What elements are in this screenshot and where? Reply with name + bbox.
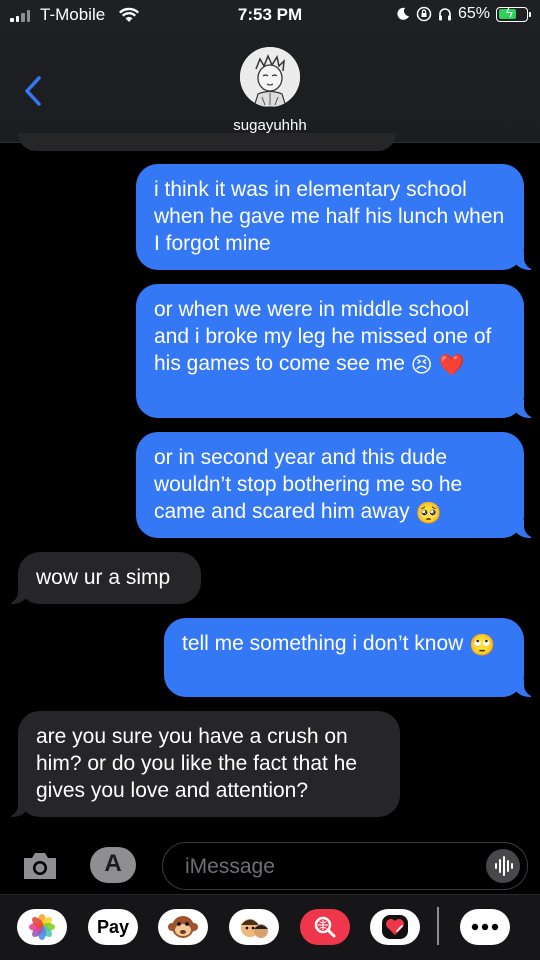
more-icon[interactable] <box>460 909 510 945</box>
battery-percent: 65% <box>457 5 490 22</box>
previous-message-peek <box>18 133 396 151</box>
imessage-input[interactable]: iMessage <box>162 842 528 890</box>
red-heart-emoji: ❤️ <box>438 353 465 377</box>
contact-name[interactable]: sugayuhhh <box>0 117 540 134</box>
eye-roll-emoji: 🙄 <box>469 633 496 657</box>
web-search-icon[interactable] <box>300 909 350 945</box>
contact-avatar[interactable] <box>240 47 300 107</box>
pleading-face-emoji: 🥺 <box>415 501 442 525</box>
compose-bar: A iMessage <box>0 838 540 894</box>
persevering-face-emoji: 😣 <box>410 353 433 377</box>
status-bar: T-Mobile 7:53 PM 65% ϟ <box>0 0 540 32</box>
message-text: tell me something i don’t know <box>182 632 464 655</box>
app-store-icon[interactable]: A <box>90 847 136 883</box>
digital-touch-icon[interactable] <box>370 909 420 945</box>
imessage-app-drawer: Pay <box>0 894 540 960</box>
apple-pay-icon[interactable]: Pay <box>88 909 138 945</box>
do-not-disturb-icon <box>397 7 409 20</box>
sent-message-bubble[interactable]: i think it was in elementary school when… <box>136 164 538 270</box>
message-text: wow ur a simp <box>36 566 171 589</box>
memoji-icon[interactable] <box>229 909 279 945</box>
headphones-icon <box>438 8 451 21</box>
message-text: i think it was in elementary school when… <box>154 178 505 255</box>
battery-icon: ϟ <box>496 5 531 22</box>
audio-message-icon[interactable] <box>486 849 520 883</box>
received-message-bubble[interactable]: wow ur a simp <box>4 552 201 604</box>
orientation-lock-icon <box>416 6 432 22</box>
photos-icon[interactable] <box>17 909 67 945</box>
back-chevron-icon[interactable] <box>22 74 46 108</box>
apple-pay-label: Pay <box>96 916 130 937</box>
sent-message-bubble[interactable]: tell me something i don’t know 🙄 <box>164 618 538 697</box>
sent-message-bubble[interactable]: or when we were in middle school and i b… <box>136 284 538 418</box>
conversation-header: T-Mobile 7:53 PM 65% ϟ sugayuhhh <box>0 0 540 143</box>
camera-icon[interactable] <box>20 848 60 884</box>
memoji-monkey-icon[interactable] <box>158 909 208 945</box>
sent-message-bubble[interactable]: or in second year and this dude wouldn’t… <box>136 432 538 538</box>
imessage-placeholder: iMessage <box>185 855 275 878</box>
received-message-bubble[interactable]: are you sure you have a crush on him? or… <box>4 711 400 817</box>
message-text: are you sure you have a crush on him? or… <box>36 725 358 802</box>
drawer-divider <box>437 907 439 945</box>
